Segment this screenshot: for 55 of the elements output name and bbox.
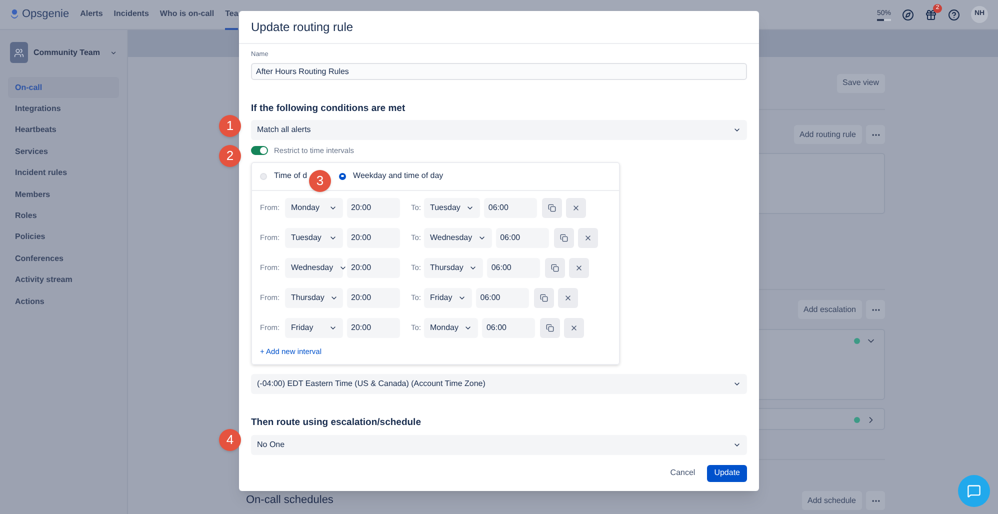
section-heading: Then route using escalation/schedule [251, 416, 421, 430]
save-view-button[interactable]: Save view [836, 74, 885, 92]
sidebar-item[interactable]: Incident rules [8, 162, 119, 184]
name-field[interactable]: After Hours Routing Rules [251, 62, 747, 80]
day-select[interactable]: Wednesday [285, 258, 343, 278]
add-schedule-button[interactable]: Add schedule [802, 491, 862, 510]
step-callout: 3 [309, 170, 331, 192]
add-escalation-button[interactable]: Add escalation [798, 300, 862, 319]
section-heading: If the following conditions are met [251, 102, 406, 116]
cancel-button[interactable]: Cancel [664, 464, 702, 482]
sidebar-item[interactable]: Conferences [8, 248, 119, 270]
time-field[interactable]: 06:00 [484, 198, 538, 218]
nav-tab[interactable]: Who is on-call [160, 0, 214, 30]
add-routing-rule-button[interactable]: Add routing rule [794, 125, 862, 144]
day-select[interactable]: Monday [424, 318, 478, 338]
sidebar-item[interactable]: Actions [8, 290, 119, 312]
dialog-title: Update routing rule [251, 19, 354, 36]
time-field[interactable]: 06:00 [496, 228, 550, 248]
update-button[interactable]: Update [707, 464, 747, 482]
time-field[interactable]: 20:00 [347, 228, 400, 248]
team-name[interactable]: Community Team [33, 46, 100, 58]
sidebar-item[interactable]: Activity stream [8, 270, 119, 291]
sidebar-item[interactable]: Members [8, 184, 119, 206]
day-select[interactable]: Friday [285, 318, 343, 338]
sidebar-item[interactable]: Roles [8, 205, 119, 227]
nav-tab[interactable]: Alerts [80, 0, 103, 30]
time-field[interactable]: 20:00 [347, 318, 400, 338]
radio-label: Weekday and time of day [353, 170, 444, 182]
time-field[interactable]: 06:00 [487, 258, 540, 278]
day-select[interactable]: Monday [285, 198, 343, 218]
day-select[interactable]: Thursday [285, 288, 343, 308]
step-callout: 1 [219, 115, 241, 137]
timezone-select[interactable]: (-04:00) EDT Eastern Time (US & Canada) (Account Time Zone) [251, 374, 747, 394]
time-field[interactable]: 20:00 [347, 288, 400, 308]
day-select[interactable]: Tuesday [424, 198, 480, 218]
day-select[interactable]: Wednesday [424, 228, 492, 248]
day-select[interactable]: Friday [424, 288, 472, 308]
condition-select[interactable]: Match all alerts [251, 120, 747, 140]
step-callout: 4 [219, 429, 241, 451]
day-select[interactable]: Thursday [424, 258, 484, 278]
time-field[interactable]: 20:00 [347, 258, 400, 278]
logo-text: Opsgenie [22, 7, 70, 22]
route-select[interactable]: No One [251, 435, 747, 455]
radio-label: Time of d [274, 170, 308, 182]
time-field[interactable]: 06:00 [482, 318, 536, 338]
time-field[interactable]: 06:00 [476, 288, 530, 308]
nav-tab[interactable]: Incidents [114, 0, 149, 30]
sidebar-item[interactable]: Integrations [8, 98, 119, 120]
sidebar-item[interactable]: Heartbeats [8, 120, 119, 142]
sidebar-item[interactable]: Services [8, 141, 119, 163]
sidebar-item[interactable]: Policies [8, 226, 119, 248]
time-field[interactable]: 20:00 [347, 198, 400, 218]
day-select[interactable]: Tuesday [285, 228, 343, 248]
section-heading: On-call schedules [245, 493, 334, 508]
step-callout: 2 [219, 145, 241, 167]
